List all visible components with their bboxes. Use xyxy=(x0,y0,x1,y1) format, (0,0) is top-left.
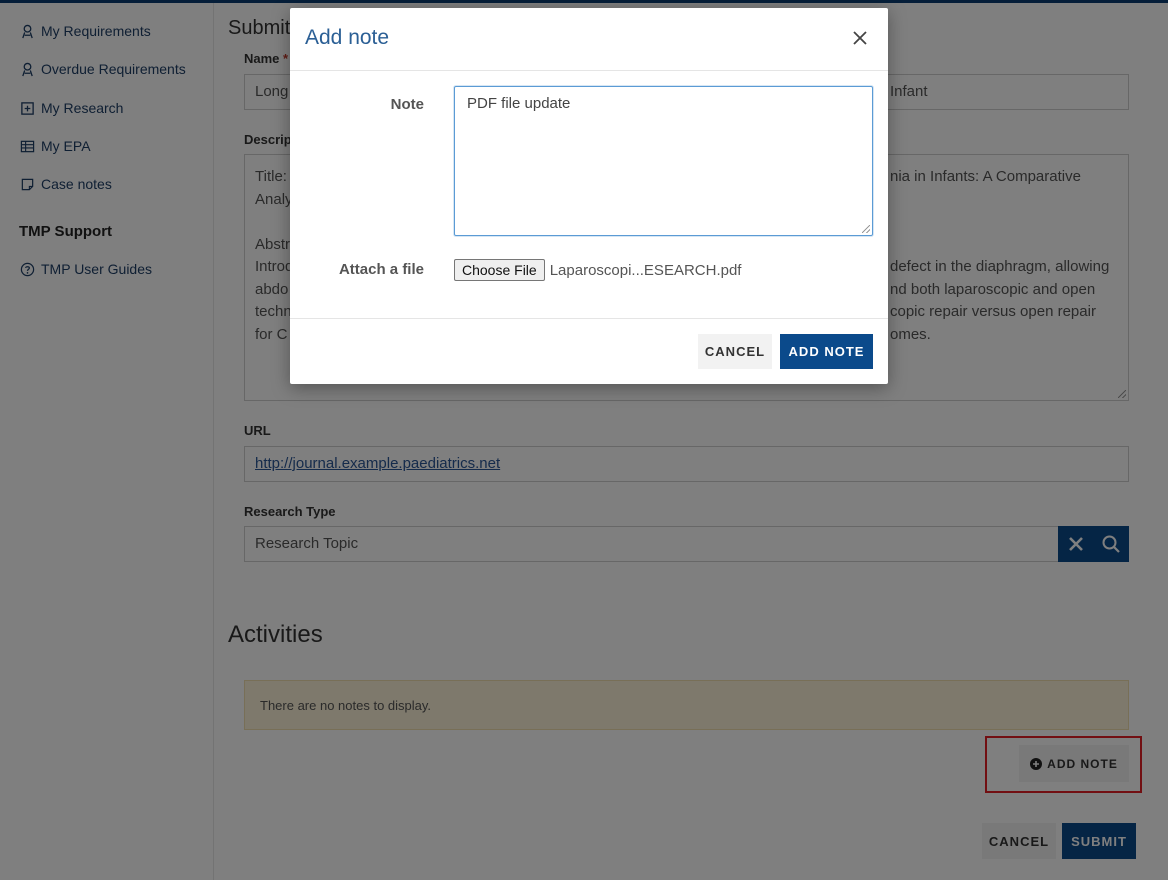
note-value: PDF file update xyxy=(467,95,571,112)
selected-file-name: Laparoscopi...ESEARCH.pdf xyxy=(549,261,742,279)
modal-add-note-button[interactable]: ADD NOTE xyxy=(780,334,873,369)
modal-cancel-label: CANCEL xyxy=(704,344,766,359)
file-input: Choose File Laparoscopi...ESEARCH.pdf xyxy=(454,259,741,281)
modal-close-button[interactable] xyxy=(848,26,872,50)
modal-add-note-label: ADD NOTE xyxy=(788,344,865,359)
modal-title: Add note xyxy=(305,26,390,49)
attach-file-label: Attach a file xyxy=(338,261,424,278)
modal-header: Add note xyxy=(290,8,888,71)
modal-cancel-button[interactable]: CANCEL xyxy=(698,334,772,369)
close-icon xyxy=(853,31,867,45)
note-label: Note xyxy=(390,96,424,113)
modal-footer-divider xyxy=(290,318,888,319)
resize-grip[interactable] xyxy=(862,225,870,233)
note-textarea[interactable]: PDF file update xyxy=(454,86,873,236)
add-note-modal: Add note Note PDF file update Attach a f… xyxy=(290,8,888,384)
choose-file-button[interactable]: Choose File xyxy=(454,259,545,281)
